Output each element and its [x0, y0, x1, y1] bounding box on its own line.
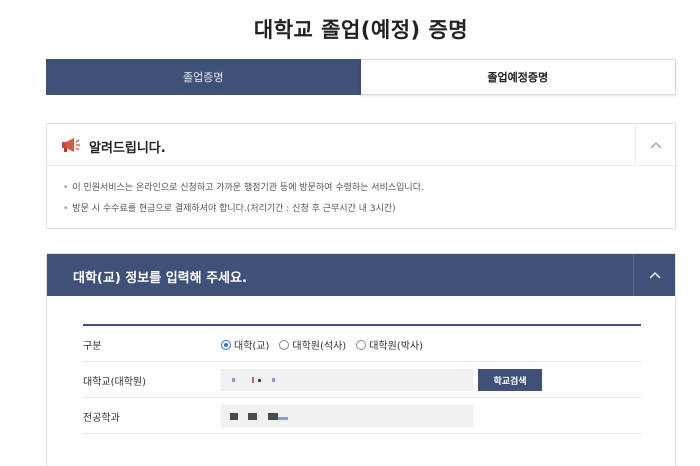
form-row-major: 전공학과	[83, 398, 641, 434]
section-collapse-button[interactable]	[633, 254, 675, 296]
notice-item: • 이 민원서비스는 온라인으로 신청하고 가까운 행정기관 등에 방문하여 수령…	[63, 180, 675, 201]
tab-expected-graduation[interactable]: 졸업예정증명	[360, 59, 676, 95]
bullet-icon: •	[63, 183, 69, 193]
chevron-up-icon	[649, 272, 660, 279]
radio-label: 대학원(석사)	[292, 341, 347, 352]
info-form: 구분 대학(교) 대학원(석사) 대학원(박사) 대학교(대학원) 학교검색 전…	[83, 324, 641, 434]
type-label: 구분	[83, 341, 102, 352]
redacted-text	[258, 379, 261, 382]
chevron-up-icon	[650, 142, 661, 149]
megaphone-icon	[62, 138, 80, 152]
redacted-text	[232, 378, 235, 382]
radio-label: 대학원(박사)	[369, 341, 424, 352]
certificate-tabs: 졸업증명 졸업예정증명	[46, 59, 676, 95]
radio-checked-icon[interactable]	[221, 339, 231, 350]
redacted-text	[252, 377, 254, 383]
form-row-type: 구분 대학(교) 대학원(석사) 대학원(박사)	[83, 326, 641, 362]
redacted-text	[272, 378, 275, 382]
notice-header: 알려드립니다.	[47, 124, 675, 166]
university-info-section: 대학(교) 정보를 입력해 주세요. 구분 대학(교) 대학원(석사) 대학원(…	[46, 253, 676, 466]
radio-university[interactable]: 대학(교)	[221, 337, 269, 352]
redacted-text	[278, 417, 288, 420]
notice-text: 이 민원서비스는 온라인으로 신청하고 가까운 행정기관 등에 방문하여 수령하…	[72, 183, 424, 193]
type-radio-group: 대학(교) 대학원(석사) 대학원(박사)	[221, 337, 423, 352]
major-input[interactable]	[221, 405, 473, 427]
radio-unchecked-icon[interactable]	[356, 339, 367, 350]
radio-unchecked-icon[interactable]	[279, 339, 290, 350]
section-header: 대학(교) 정보를 입력해 주세요.	[47, 254, 675, 296]
bullet-icon: •	[63, 204, 69, 214]
redacted-text	[248, 413, 257, 420]
redacted-text	[230, 413, 238, 420]
notice-item: • 방문 시 수수료를 현금으로 결제하셔야 합니다.(처리기간 : 신청 후 근…	[63, 201, 675, 222]
radio-graduate-doctor[interactable]: 대학원(박사)	[356, 337, 423, 352]
radio-graduate-master[interactable]: 대학원(석사)	[279, 337, 346, 352]
notice-body: • 이 민원서비스는 온라인으로 신청하고 가까운 행정기관 등에 방문하여 수령…	[47, 166, 675, 222]
tab-graduation[interactable]: 졸업증명	[46, 59, 361, 95]
school-search-button[interactable]: 학교검색	[478, 369, 542, 391]
school-input[interactable]	[221, 369, 473, 391]
redacted-text	[268, 413, 278, 420]
page-title: 대학교 졸업(예정) 증명	[253, 18, 469, 42]
notice-panel: 알려드립니다. • 이 민원서비스는 온라인으로 신청하고 가까운 행정기관 등에…	[46, 123, 676, 229]
section-title: 대학(교) 정보를 입력해 주세요.	[73, 271, 247, 286]
radio-label: 대학(교)	[234, 341, 270, 352]
notice-title: 알려드립니다.	[89, 141, 166, 156]
notice-collapse-button[interactable]	[635, 124, 675, 166]
school-label: 대학교(대학원)	[83, 377, 147, 388]
notice-text: 방문 시 수수료를 현금으로 결제하셔야 합니다.(처리기간 : 신청 후 근무…	[72, 204, 396, 214]
form-row-school: 대학교(대학원) 학교검색	[83, 362, 641, 398]
major-label: 전공학과	[83, 413, 120, 424]
